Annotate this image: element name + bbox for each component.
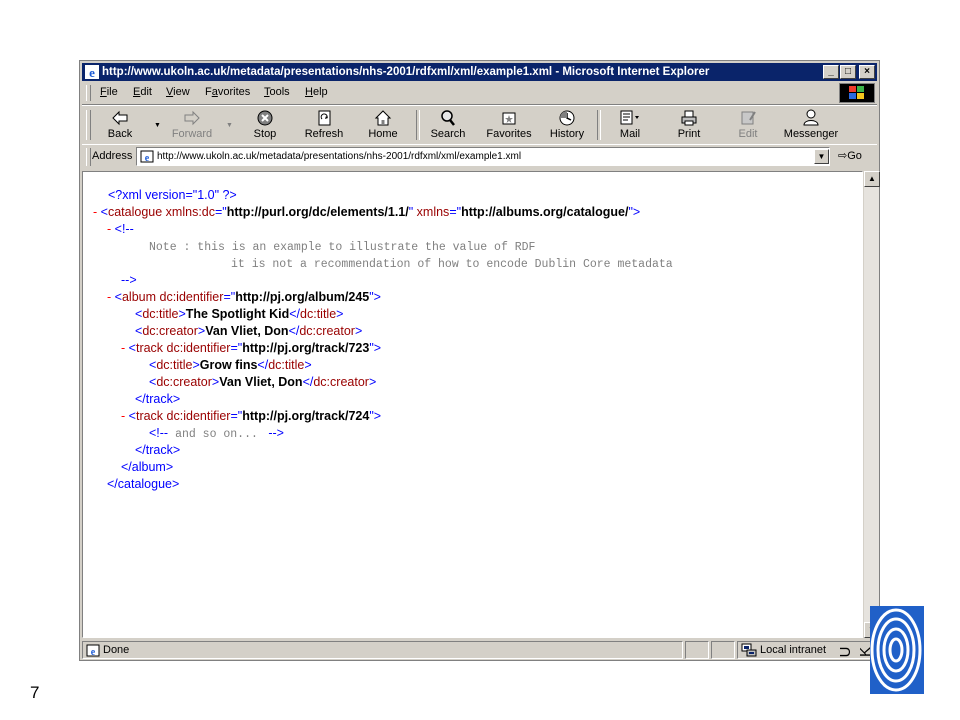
xml-track1-open: - <track dc:identifier="http://pj.org/tr… — [121, 341, 382, 355]
forward-dropdown-icon[interactable]: ▼ — [226, 122, 233, 129]
refresh-button[interactable]: Refresh — [296, 108, 352, 142]
back-dropdown-icon[interactable]: ▼ — [154, 122, 161, 129]
window-controls: _ □ × — [822, 65, 875, 79]
standard-toolbar: Back ▼ Forward ▼ Stop Refresh Home Searc… — [82, 105, 877, 145]
menu-view[interactable]: View — [166, 86, 190, 98]
messenger-person-icon — [803, 109, 819, 126]
favorites-star-icon — [502, 112, 516, 125]
history-button[interactable]: History — [539, 108, 595, 142]
page-icon: e — [140, 150, 154, 163]
status-bar: e Done Local intranet — [82, 641, 877, 659]
print-button[interactable]: Print — [661, 108, 717, 142]
toolbar-separator — [597, 110, 601, 140]
address-bar: Address e http://www.ukoln.ac.uk/metadat… — [82, 144, 877, 169]
windows-flag-icon — [849, 86, 864, 99]
status-cell — [711, 641, 735, 659]
menu-bar: File Edit View Favorites Tools Help — [82, 82, 877, 105]
messenger-button[interactable]: Messenger — [779, 108, 843, 142]
forward-button[interactable]: Forward — [164, 108, 220, 142]
xml-album-title: <dc:title>The Spotlight Kid</dc:title> — [135, 307, 344, 321]
menu-grip[interactable] — [86, 85, 91, 101]
collapse-toggle[interactable]: - — [121, 341, 125, 355]
menu-favorites[interactable]: Favorites — [205, 86, 250, 98]
menu-file[interactable]: File — [100, 86, 118, 98]
printer-icon — [681, 110, 697, 126]
xml-track1-creator: <dc:creator>Van Vliet, Don</dc:creator> — [149, 375, 377, 389]
home-button[interactable]: Home — [355, 108, 411, 142]
go-button[interactable]: ⇨Go — [838, 149, 862, 162]
collapse-toggle[interactable]: - — [107, 222, 111, 236]
xml-track1-title: <dc:title>Grow fins</dc:title> — [149, 358, 312, 372]
back-arrow-icon — [112, 110, 128, 126]
close-button[interactable]: × — [859, 65, 875, 79]
svg-text:e: e — [89, 65, 95, 79]
security-zone-label: Local intranet — [760, 644, 827, 656]
xml-comment-open: - <!-- — [107, 222, 134, 236]
xml-comment-line: it is not a recommendation of how to enc… — [231, 258, 673, 271]
windows-logo-throbber — [839, 83, 875, 103]
stop-button[interactable]: Stop — [237, 108, 293, 142]
search-button[interactable]: Search — [420, 108, 476, 142]
forward-arrow-icon — [184, 110, 200, 126]
slide-number: 7 — [30, 683, 40, 702]
search-icon — [441, 110, 455, 126]
refresh-icon — [318, 110, 331, 126]
title-bar[interactable]: e http://www.ukoln.ac.uk/metadata/presen… — [82, 63, 877, 81]
status-text-cell: e Done — [82, 641, 683, 659]
ie-logo-icon: e — [85, 65, 99, 79]
mail-icon — [620, 110, 639, 125]
xml-track2-close: </track> — [135, 443, 181, 457]
address-url: http://www.ukoln.ac.uk/metadata/presenta… — [157, 151, 522, 162]
scroll-up-arrow-icon[interactable]: ▲ — [864, 171, 880, 187]
menu-help[interactable]: Help — [305, 86, 328, 98]
ukoln-logo-text: U K — [837, 646, 874, 658]
xml-track2-comment: <!-- and so on... --> — [149, 426, 284, 441]
page-done-icon: e — [86, 644, 100, 657]
stop-icon — [257, 110, 273, 126]
menu-edit[interactable]: Edit — [133, 86, 152, 98]
ukoln-logo-icon — [870, 606, 924, 694]
edit-page-icon — [741, 111, 756, 125]
svg-text:e: e — [91, 647, 96, 657]
document-view[interactable]: <?xml version="1.0" ?> - <catalogue xmln… — [82, 171, 863, 638]
maximize-button[interactable]: □ — [840, 65, 856, 79]
xml-catalogue-close: </catalogue> — [107, 477, 180, 491]
xml-track2-open: - <track dc:identifier="http://pj.org/tr… — [121, 409, 382, 423]
svg-text:e: e — [145, 153, 150, 163]
xml-track1-close: </track> — [135, 392, 181, 406]
address-input[interactable]: e http://www.ukoln.ac.uk/metadata/presen… — [136, 147, 830, 166]
go-arrow-icon: ⇨ — [838, 150, 848, 162]
minimize-button[interactable]: _ — [823, 65, 839, 79]
favorites-button[interactable]: Favorites — [479, 108, 539, 142]
xml-comment-line: Note : this is an example to illustrate … — [149, 241, 536, 254]
back-button[interactable]: Back — [92, 108, 148, 142]
collapse-toggle[interactable]: - — [107, 290, 111, 304]
xml-album-open: - <album dc:identifier="http://pj.org/al… — [107, 290, 381, 304]
browser-window: e http://www.ukoln.ac.uk/metadata/presen… — [79, 60, 880, 661]
edit-button[interactable]: Edit — [720, 108, 776, 142]
history-icon — [559, 110, 575, 126]
window-title: http://www.ukoln.ac.uk/metadata/presenta… — [102, 66, 710, 78]
status-cell — [685, 641, 709, 659]
xml-declaration: <?xml version="1.0" ?> — [108, 188, 237, 202]
home-icon — [374, 110, 392, 126]
menu-tools[interactable]: Tools — [264, 86, 290, 98]
status-text: Done — [103, 644, 130, 656]
xml-album-creator: <dc:creator>Van Vliet, Don</dc:creator> — [135, 324, 363, 338]
xml-comment-close: --> — [121, 273, 137, 287]
collapse-toggle[interactable]: - — [121, 409, 125, 423]
vertical-scrollbar[interactable]: ▲ ▼ — [863, 171, 880, 638]
intranet-computer-icon — [741, 643, 757, 657]
address-grip[interactable] — [86, 148, 91, 166]
xml-catalogue-open: - <catalogue xmlns:dc="http://purl.org/d… — [93, 205, 641, 219]
address-dropdown-button[interactable]: ▼ — [814, 149, 829, 164]
address-label: Address — [92, 150, 133, 162]
toolbar-grip[interactable] — [86, 110, 91, 140]
collapse-toggle[interactable]: - — [93, 205, 97, 219]
go-label: Go — [847, 150, 862, 162]
mail-button[interactable]: Mail — [602, 108, 658, 142]
xml-album-close: </album> — [121, 460, 174, 474]
